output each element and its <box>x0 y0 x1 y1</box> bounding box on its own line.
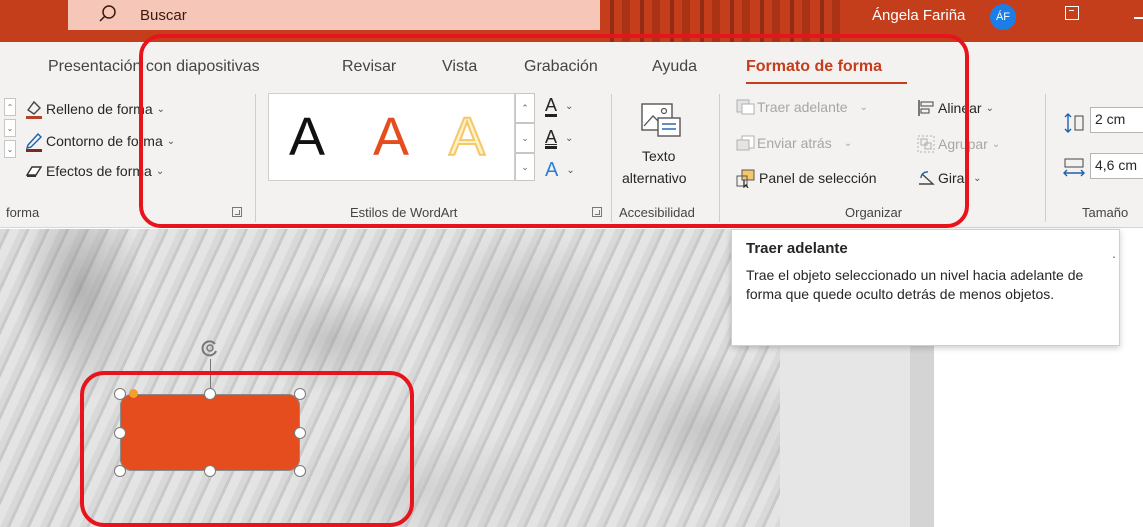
group-label-shape-styles: forma <box>6 205 40 220</box>
rotate-handle-icon[interactable] <box>200 338 220 358</box>
gallery-more[interactable]: ⌄ <box>4 140 16 158</box>
pencil-icon <box>25 132 42 152</box>
shape-effects-label: Efectos de forma <box>46 163 152 179</box>
shape-effects-icon <box>25 166 43 177</box>
user-name[interactable]: Ángela Fariña <box>872 7 965 24</box>
minimize-icon[interactable] <box>1134 17 1143 19</box>
shape-width-icon <box>1063 158 1085 177</box>
group-label-size: Tamaño <box>1082 205 1129 220</box>
chevron-down-icon: ⌄ <box>973 172 982 184</box>
shape-width-field[interactable]: 4,6 cm <box>1090 153 1143 179</box>
search-label: Buscar <box>140 6 187 24</box>
avatar[interactable]: ÁF <box>990 4 1016 30</box>
search-icon <box>99 5 116 22</box>
shape-height-field[interactable]: 2 cm <box>1090 107 1143 133</box>
highlight-box-shape <box>80 371 414 527</box>
panel-marker: . <box>1112 245 1116 261</box>
search-box[interactable]: Buscar <box>68 0 600 30</box>
group-separator <box>1045 94 1046 222</box>
gallery-scroll-down[interactable]: ⌄ <box>4 119 16 137</box>
tooltip-body: Trae el objeto seleccionado un nivel hac… <box>746 267 1084 302</box>
gallery-scroll-up[interactable]: ⌃ <box>4 98 16 116</box>
tooltip: Traer adelante Trae el objeto selecciona… <box>731 229 1120 346</box>
shape-fill-label: Relleno de forma <box>46 101 153 117</box>
chevron-down-icon: ⌄ <box>991 138 1001 150</box>
tooltip-title: Traer adelante <box>746 240 848 257</box>
shape-height-icon <box>1064 113 1084 133</box>
chevron-down-icon: ⌄ <box>985 102 994 114</box>
ribbon-display-options-icon[interactable] <box>1065 6 1079 20</box>
paint-bucket-icon <box>26 100 42 119</box>
highlight-box-ribbon <box>139 34 969 228</box>
